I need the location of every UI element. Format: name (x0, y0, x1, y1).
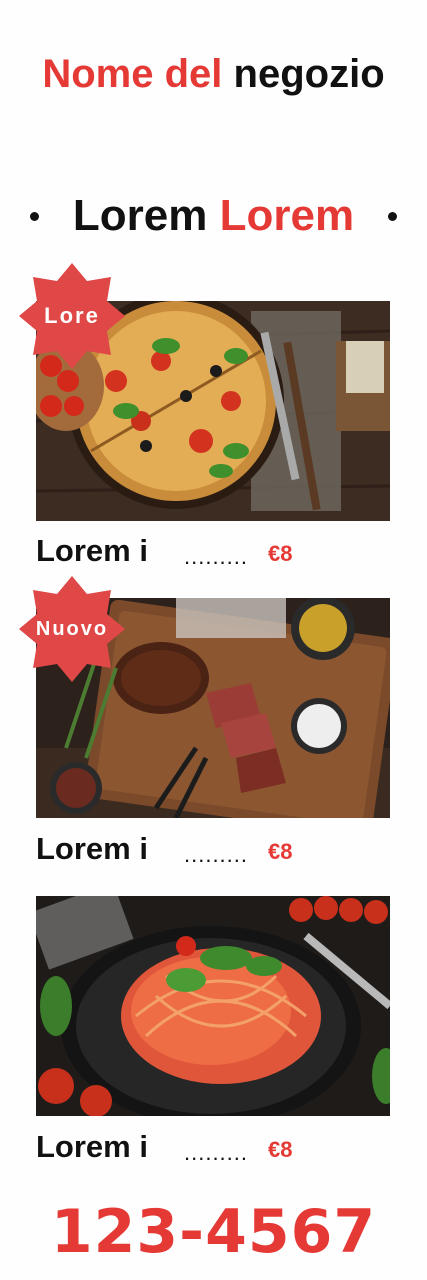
section-heading-part1: Lorem (72, 191, 208, 240)
store-title-part2: negozio (233, 52, 385, 96)
badge-lore: Lore (17, 261, 127, 371)
badge-label: Lore (44, 303, 100, 328)
item-name: Lorem i (36, 831, 148, 866)
menu-item-spaghetti[interactable] (36, 896, 390, 1116)
item-dots: ......... (184, 544, 249, 569)
menu-item-row-2: Lorem i ......... €8 (36, 829, 390, 869)
menu-item-row-3: Lorem i ......... €8 (36, 1127, 390, 1167)
section-heading-part2: Lorem (219, 191, 355, 240)
spaghetti-image (36, 896, 390, 1116)
item-dots: ......... (184, 1140, 249, 1165)
store-title: Nome del negozio (0, 50, 427, 98)
item-price: €8 (268, 1137, 293, 1162)
badge-nuovo: Nuovo (17, 574, 127, 684)
store-title-part1: Nome del (42, 52, 223, 96)
item-name: Lorem i (36, 1129, 148, 1164)
badge-label: Nuovo (35, 618, 109, 640)
bullet-right-icon (388, 212, 397, 221)
section-heading: Lorem Lorem (0, 188, 427, 244)
menu-item-row-1: Lorem i ......... €8 (36, 531, 390, 571)
item-price: €8 (268, 541, 293, 566)
item-price: €8 (268, 839, 293, 864)
item-dots: ......... (184, 842, 249, 867)
phone-number[interactable]: 123-4567 (0, 1196, 427, 1268)
item-name: Lorem i (36, 533, 148, 568)
menu-flyer: Nome del negozio Lorem Lorem Lorem i ...… (0, 0, 427, 1280)
